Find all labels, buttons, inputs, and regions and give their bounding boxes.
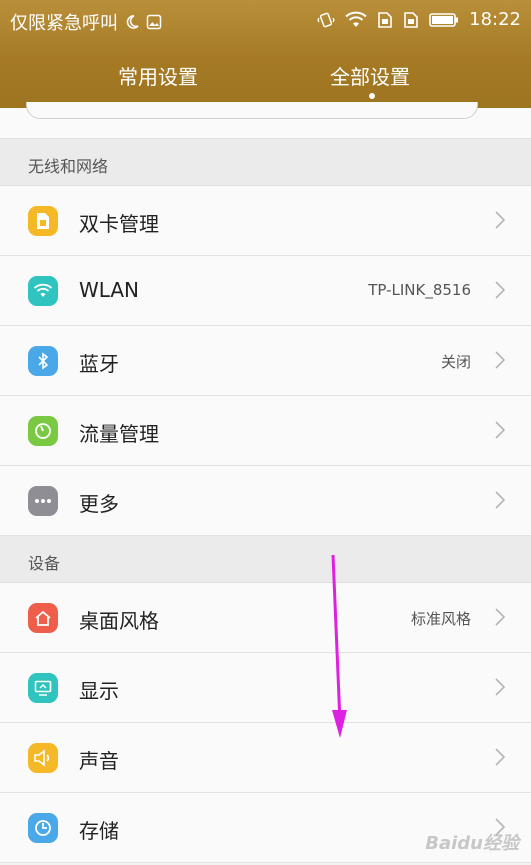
bluetooth-icon xyxy=(28,346,58,376)
sim-card-icon xyxy=(28,206,58,236)
data-usage-icon xyxy=(28,416,58,446)
settings-item-dual-sim[interactable]: 双卡管理 xyxy=(0,186,531,256)
carrier-text: 仅限紧急呼叫 xyxy=(10,13,118,34)
tab-all-settings[interactable]: 全部设置 xyxy=(330,61,410,90)
chevron-right-icon xyxy=(495,281,506,299)
chevron-right-icon xyxy=(495,748,506,766)
tab-bar: 常用设置 全部设置 xyxy=(0,55,531,105)
wifi-signal-icon xyxy=(345,11,367,29)
chevron-right-icon xyxy=(495,211,506,229)
watermark-logo: Baidu经验 xyxy=(425,833,519,854)
settings-item-bluetooth[interactable]: 蓝牙 关闭 xyxy=(0,326,531,396)
settings-item-label: 桌面风格 xyxy=(79,609,159,633)
more-icon xyxy=(28,486,58,516)
chevron-right-icon xyxy=(495,678,506,696)
search-box[interactable] xyxy=(26,102,478,119)
settings-item-label: 蓝牙 xyxy=(79,352,119,376)
settings-item-data-usage[interactable]: 流量管理 xyxy=(0,396,531,466)
settings-item-sound[interactable]: 声音 xyxy=(0,723,531,793)
battery-icon xyxy=(429,12,459,28)
settings-item-label: 双卡管理 xyxy=(79,212,159,236)
tab-common-settings[interactable]: 常用设置 xyxy=(118,61,198,90)
settings-item-label: 声音 xyxy=(79,749,119,773)
settings-item-wlan[interactable]: WLAN TP-LINK_8516 xyxy=(0,256,531,326)
header-bar: 仅限紧急呼叫 18:22 常用设置 全部设置 xyxy=(0,0,531,108)
chevron-right-icon xyxy=(495,351,506,369)
sim1-signal-icon xyxy=(377,11,393,29)
settings-item-display[interactable]: 显示 xyxy=(0,653,531,723)
display-icon xyxy=(28,673,58,703)
chevron-right-icon xyxy=(495,421,506,439)
active-tab-indicator xyxy=(369,93,375,99)
sound-icon xyxy=(28,743,58,773)
settings-item-label: 存储 xyxy=(79,819,119,843)
home-icon xyxy=(28,603,58,633)
wifi-icon xyxy=(28,276,58,306)
status-bar: 仅限紧急呼叫 18:22 xyxy=(0,0,531,40)
image-notification-icon xyxy=(146,14,162,30)
vibrate-icon xyxy=(317,11,335,29)
sim2-signal-icon xyxy=(403,11,419,29)
storage-icon xyxy=(28,813,58,843)
chevron-right-icon xyxy=(495,491,506,509)
section-header-device: 设备 xyxy=(0,536,531,583)
settings-item-label: 显示 xyxy=(79,679,119,703)
settings-item-label: 流量管理 xyxy=(79,422,159,446)
settings-item-more[interactable]: 更多 xyxy=(0,466,531,536)
settings-item-home-style[interactable]: 桌面风格 标准风格 xyxy=(0,583,531,653)
section-header-wireless: 无线和网络 xyxy=(0,139,531,186)
settings-item-value: 关闭 xyxy=(440,353,471,371)
status-time: 18:22 xyxy=(469,9,521,30)
settings-item-label: WLAN xyxy=(79,278,140,302)
settings-item-value: TP-LINK_8516 xyxy=(368,281,471,299)
settings-item-value: 标准风格 xyxy=(410,610,471,628)
chevron-right-icon xyxy=(495,608,506,626)
settings-item-label: 更多 xyxy=(79,492,119,516)
moon-icon xyxy=(124,14,140,30)
